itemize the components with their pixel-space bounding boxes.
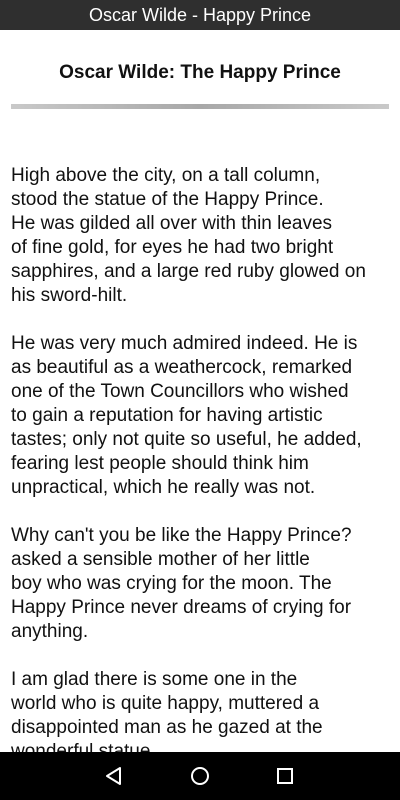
divider xyxy=(11,104,389,109)
paragraph: Why can't you be like the Happy Prince? … xyxy=(11,524,396,644)
text-line: one of the Town Councillors who wished xyxy=(11,381,349,402)
text-line: as beautiful as a weathercock, remarked xyxy=(11,357,353,378)
home-button[interactable] xyxy=(170,752,230,800)
article-heading: Oscar Wilde: The Happy Prince xyxy=(59,62,341,83)
system-nav-bar xyxy=(0,752,400,800)
text-line: Happy Prince never dreams of crying for xyxy=(11,597,352,618)
article-body[interactable]: High above the city, on a tall column, s… xyxy=(11,164,396,752)
paragraph: High above the city, on a tall column, s… xyxy=(11,164,396,308)
text-line: world who is quite happy, muttered a xyxy=(11,693,320,714)
paragraph: I am glad there is some one in the world… xyxy=(11,668,396,752)
paragraph: He was very much admired indeed. He is a… xyxy=(11,332,396,500)
text-line: his sword-hilt. xyxy=(11,285,128,306)
app-title: Oscar Wilde - Happy Prince xyxy=(88,5,312,25)
text-line: disappointed man as he gazed at the xyxy=(11,717,323,738)
text-line: boy who was crying for the moon. The xyxy=(11,573,332,594)
text-line: I am glad there is some one in the xyxy=(11,669,298,690)
text-line: sapphires, and a large red ruby glowed o… xyxy=(11,261,366,282)
home-icon xyxy=(191,767,209,785)
text-line: High above the city, on a tall column, xyxy=(11,165,321,186)
text-line: unpractical, which he really was not. xyxy=(11,477,316,498)
recents-icon xyxy=(277,768,293,784)
app-title-bar: Oscar Wilde - Happy Prince xyxy=(0,0,400,30)
text-line: He was gilded all over with thin leaves xyxy=(11,213,333,234)
text-line: fearing lest people should think him xyxy=(11,453,309,474)
text-line: wonderful statue. xyxy=(11,741,156,752)
text-line: anything. xyxy=(11,621,89,642)
back-button[interactable] xyxy=(84,752,144,800)
text-line: asked a sensible mother of her little xyxy=(11,549,310,570)
text-line: to gain a reputation for having artistic xyxy=(11,405,323,426)
text-line: stood the statue of the Happy Prince. xyxy=(11,189,324,210)
text-line: of fine gold, for eyes he had two bright xyxy=(11,237,334,258)
text-line: He was very much admired indeed. He is xyxy=(11,333,358,354)
back-icon xyxy=(106,767,121,785)
text-line: tastes; only not quite so useful, he add… xyxy=(11,429,362,450)
recents-button[interactable] xyxy=(255,752,315,800)
text-line: Why can't you be like the Happy Prince? xyxy=(11,525,352,546)
